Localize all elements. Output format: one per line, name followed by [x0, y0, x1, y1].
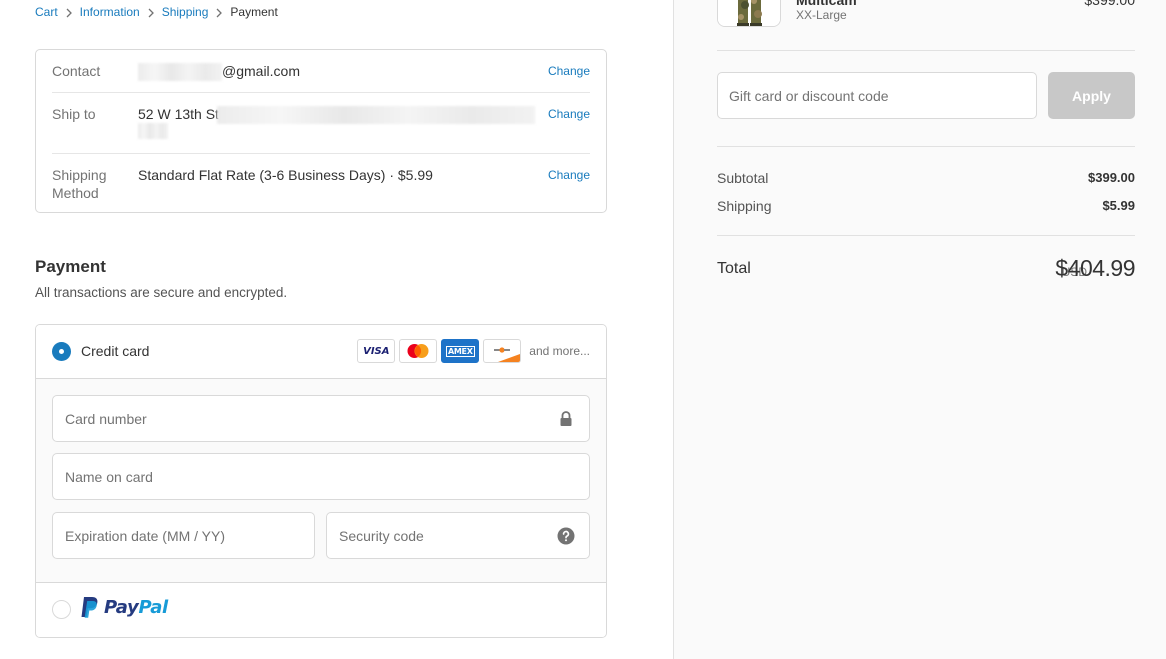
total-value: $404.99: [1055, 255, 1135, 281]
product-price: $399.00: [1084, 0, 1135, 8]
breadcrumb-cart[interactable]: Cart: [35, 5, 58, 19]
paypal-wordmark: PayPal: [104, 597, 168, 618]
product-name: Multicam: [796, 0, 857, 8]
product-thumbnail: [717, 0, 781, 27]
review-contact-row: Contact @gmail.com Change: [52, 62, 590, 82]
discover-icon: [483, 339, 522, 363]
gift-card-input[interactable]: [718, 73, 1036, 118]
chevron-right-icon: [140, 5, 162, 19]
expiration-field: [52, 512, 315, 559]
redacted-text: [138, 63, 222, 82]
expiration-input[interactable]: [53, 513, 314, 558]
credit-card-option[interactable]: Credit card VISA AMEX and more...: [36, 325, 606, 379]
paypal-option[interactable]: PayPal: [36, 583, 606, 637]
redacted-text: [216, 106, 535, 125]
subtotal-label: Subtotal: [717, 170, 769, 186]
security-code-field: [326, 512, 590, 559]
help-icon[interactable]: [557, 527, 575, 545]
shipping-value: $5.99: [1102, 198, 1135, 213]
change-shipto-link[interactable]: Change: [548, 105, 590, 123]
redacted-text: [138, 123, 168, 139]
amex-text: AMEX: [446, 345, 475, 357]
order-summary: Multicam XX-Large $399.00 Apply Subtotal…: [673, 0, 1166, 659]
breadcrumb-shipping[interactable]: Shipping: [162, 5, 209, 19]
subtotal-value: $399.00: [1088, 170, 1135, 185]
credit-card-radio[interactable]: [52, 342, 71, 361]
review-shipto-row: Ship to 52 W 13th St. Change: [52, 105, 590, 141]
paypal-text-pal: Pal: [138, 597, 168, 618]
label-line-2: Method: [52, 185, 99, 201]
divider: [717, 146, 1135, 147]
checkout-main: Cart Information Shipping Payment Contac…: [0, 0, 673, 659]
payment-methods: Credit card VISA AMEX and more... Card n…: [35, 324, 607, 638]
visa-icon: VISA: [357, 339, 396, 363]
product-variant: XX-Large: [796, 8, 847, 22]
review-block: Contact @gmail.com Change Ship to 52 W 1…: [35, 49, 607, 213]
payment-subtitle: All transactions are secure and encrypte…: [35, 285, 288, 300]
shipto-address-text: 52 W 13th St.: [138, 106, 223, 122]
label-line-1: Shipping: [52, 167, 107, 183]
payment-title: Payment: [35, 257, 106, 276]
card-number-field: [52, 395, 590, 442]
shipping-label: Shipping: [717, 198, 772, 214]
name-on-card-field: [52, 453, 590, 500]
paypal-logo: PayPal: [80, 596, 168, 619]
divider: [717, 235, 1135, 236]
review-shipto-value: 52 W 13th St.: [138, 105, 535, 125]
review-shipto-label: Ship to: [52, 106, 96, 122]
and-more-text: and more...: [529, 344, 590, 358]
divider: [52, 92, 590, 93]
breadcrumb: Cart Information Shipping Payment: [35, 5, 278, 19]
amex-icon: AMEX: [441, 339, 480, 363]
paypal-icon: [81, 597, 98, 618]
apply-button[interactable]: Apply: [1048, 72, 1135, 119]
divider: [52, 153, 590, 154]
review-contact-label: Contact: [52, 63, 101, 79]
paypal-text-pay: Pay: [104, 597, 139, 618]
breadcrumb-information[interactable]: Information: [80, 5, 140, 19]
subtotal-row: Subtotal $399.00: [717, 170, 1135, 186]
chevron-right-icon: [58, 5, 80, 19]
review-shipping-method-label: Shipping Method: [52, 166, 107, 202]
name-on-card-input[interactable]: [53, 454, 589, 499]
review-shipping-method-row: Shipping Method Standard Flat Rate (3-6 B…: [52, 166, 590, 202]
review-shipping-method-value: Standard Flat Rate (3-6 Business Days) ·…: [138, 167, 433, 183]
divider: [717, 50, 1135, 51]
change-contact-link[interactable]: Change: [548, 62, 590, 80]
credit-card-form: [36, 379, 606, 583]
chevron-right-icon: [208, 5, 230, 19]
card-brands: VISA AMEX and more...: [353, 339, 590, 363]
total-label: Total: [717, 260, 751, 277]
visa-text: VISA: [363, 345, 390, 357]
security-code-input[interactable]: [327, 513, 589, 558]
product-image: [718, 0, 780, 26]
paypal-radio[interactable]: [52, 600, 71, 619]
breadcrumb-current: Payment: [230, 5, 278, 19]
mastercard-icon: [399, 339, 438, 363]
review-contact-value: @gmail.com: [138, 62, 301, 82]
card-number-input[interactable]: [53, 396, 589, 441]
shipping-row: Shipping $5.99: [717, 198, 1135, 214]
credit-card-label: Credit card: [81, 343, 150, 359]
change-shipping-method-link[interactable]: Change: [548, 166, 590, 184]
lock-icon: [557, 410, 575, 428]
gift-card-field: [717, 72, 1037, 119]
contact-email-text: @gmail.com: [222, 63, 301, 79]
